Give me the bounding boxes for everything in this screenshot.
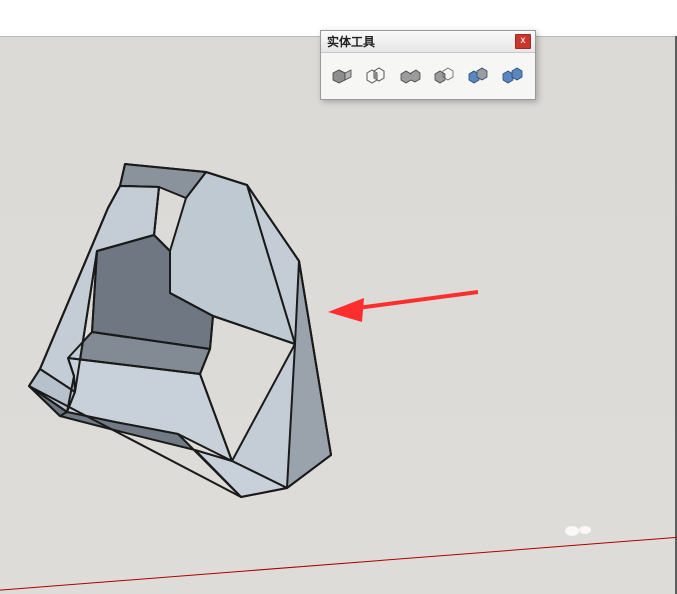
trim-tool[interactable] xyxy=(463,61,493,91)
outer-shell-tool[interactable] xyxy=(327,61,357,91)
trim-icon xyxy=(466,64,490,88)
toolbar-body xyxy=(321,53,535,99)
model-viewport[interactable] xyxy=(0,36,675,594)
split-tool[interactable] xyxy=(497,61,527,91)
union-icon xyxy=(398,64,422,88)
intersect-tool[interactable] xyxy=(361,61,391,91)
union-tool[interactable] xyxy=(395,61,425,91)
subtract-icon xyxy=(432,64,456,88)
close-icon[interactable]: x xyxy=(515,34,531,49)
subtract-tool[interactable] xyxy=(429,61,459,91)
toolbar-title-text: 实体工具 xyxy=(327,33,375,50)
outer-shell-icon xyxy=(330,64,354,88)
split-icon xyxy=(500,64,524,88)
solid-tools-toolbar[interactable]: 实体工具 x xyxy=(320,30,536,100)
toolbar-titlebar[interactable]: 实体工具 x xyxy=(321,31,535,53)
intersect-icon xyxy=(364,64,388,88)
